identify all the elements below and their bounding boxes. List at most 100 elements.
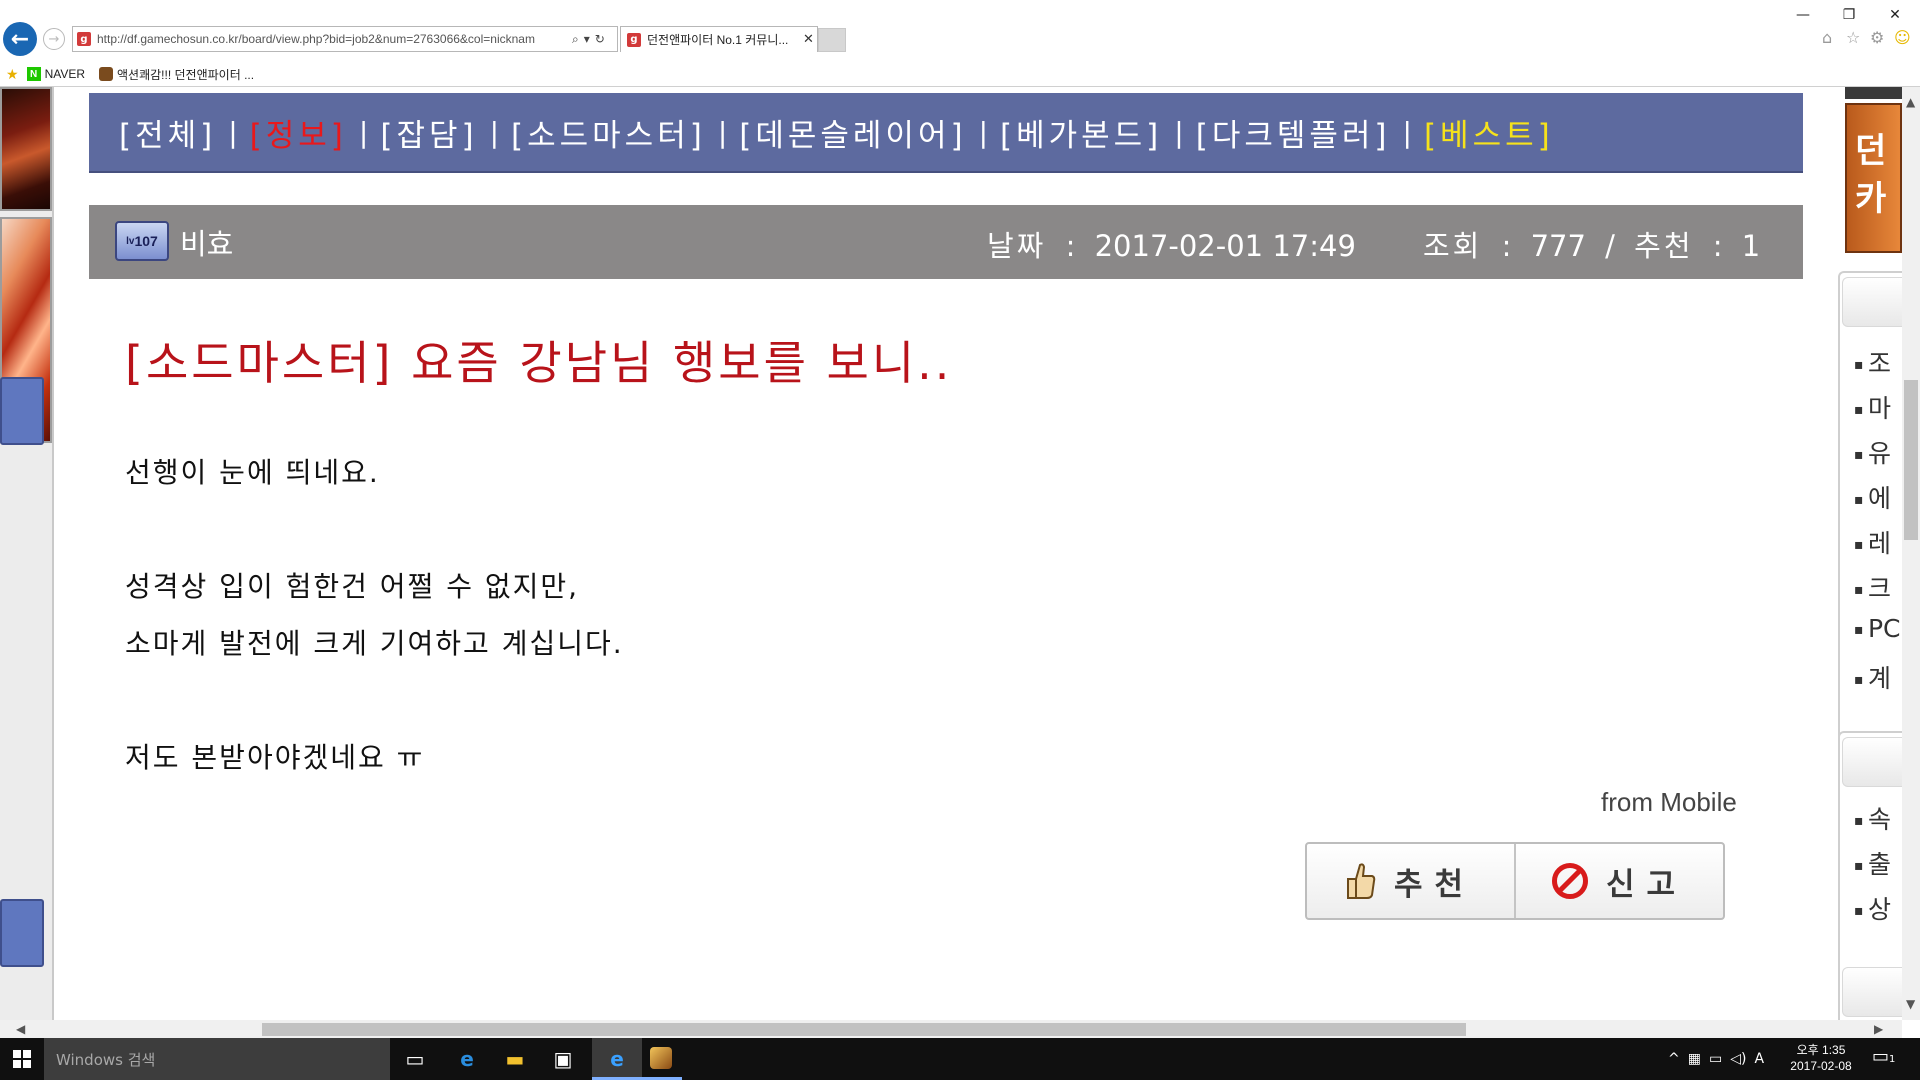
dnf-taskbar-button[interactable] [642, 1038, 682, 1080]
network-icon[interactable]: ▦ [1688, 1051, 1701, 1067]
level-prefix: lv [126, 235, 135, 247]
ime-indicator[interactable]: A [1754, 1051, 1764, 1067]
favorite-label: NAVER [44, 67, 86, 81]
close-tab-icon[interactable]: ✕ [803, 32, 814, 47]
favorites-bar: ★ N NAVER 액션쾌감!!! 던전앤파이터 ... [0, 62, 1920, 86]
restore-button[interactable]: ❐ [1826, 2, 1872, 28]
browser-tab-active[interactable]: g 던전앤파이터 No.1 커뮤니... ✕ [620, 26, 818, 52]
edge-browser-icon[interactable]: e [452, 1044, 482, 1074]
scroll-right-icon[interactable]: ▶ [1874, 1022, 1883, 1036]
separator: | [489, 115, 500, 149]
back-button[interactable]: ← [3, 22, 37, 56]
url-text[interactable]: http://df.gamechosun.co.kr/board/view.ph… [97, 32, 567, 46]
report-label: 신고 [1605, 866, 1688, 903]
scroll-up-icon[interactable]: ▲ [1906, 95, 1915, 109]
volume-icon[interactable]: ◁) [1730, 1051, 1746, 1067]
right-menu-header[interactable] [1842, 277, 1902, 327]
favorite-dnf[interactable]: 액션쾌감!!! 던전앤파이터 ... [99, 66, 254, 83]
taskbar-search-input[interactable]: Windows 검색 [44, 1038, 390, 1080]
notification-icon[interactable]: ▭1 [1872, 1046, 1895, 1067]
smiley-feedback-icon[interactable]: ☺ [1894, 28, 1911, 47]
right-menu-item[interactable]: 계 [1854, 659, 1891, 695]
display-icon[interactable]: ▭ [1709, 1051, 1722, 1067]
store-icon[interactable]: ▣ [548, 1044, 578, 1074]
left-panel-button[interactable] [0, 899, 44, 967]
recommend-value: 1 [1741, 229, 1761, 263]
prohibited-icon [1551, 863, 1588, 899]
date-label: 날짜 [987, 229, 1047, 263]
right-menu-item[interactable]: 레 [1854, 524, 1891, 560]
tab-chat[interactable]: [잡담] [380, 110, 477, 155]
right-menu-item[interactable]: PC [1854, 614, 1901, 643]
tab-swordmaster[interactable]: [소드마스터] [511, 110, 706, 155]
right-menu-item[interactable]: 마 [1854, 389, 1891, 425]
minimize-button[interactable]: — [1780, 2, 1826, 28]
post-source: from Mobile [1601, 787, 1737, 817]
right-menu-item[interactable]: 속 [1854, 800, 1891, 836]
tab-demonslayer[interactable]: [데몬슬레이어] [739, 110, 966, 155]
favorites-star-icon[interactable]: ☆ [1846, 28, 1860, 47]
new-tab-button[interactable] [818, 28, 846, 52]
site-favicon-icon: g [77, 32, 91, 46]
windows-logo-icon [13, 1050, 31, 1068]
tab-darktemplar[interactable]: [다크템플러] [1196, 110, 1391, 155]
board-post: [전체] | [정보] | [잡담] | [소드마스터] | [데몬슬레이어] … [89, 87, 1803, 1020]
address-bar[interactable]: g http://df.gamechosun.co.kr/board/view.… [72, 26, 618, 52]
separator: | [1402, 115, 1412, 149]
vertical-scrollbar[interactable]: ▲ ▼ [1902, 87, 1920, 1020]
internet-explorer-taskbar-button[interactable]: e [592, 1038, 642, 1080]
left-panel-button[interactable] [0, 377, 44, 445]
clock-date: 2017-02-08 [1790, 1059, 1852, 1073]
tab-info[interactable]: [정보] [250, 110, 347, 155]
home-icon[interactable]: ⌂ [1822, 28, 1832, 47]
author-name[interactable]: 비효 [180, 221, 233, 263]
separator: | [978, 115, 988, 149]
post-title: [소드마스터] 요즘 강남님 행보를 보니.. [125, 336, 953, 390]
report-button[interactable]: 신고 [1516, 844, 1723, 918]
page-viewport: [전체] | [정보] | [잡담] | [소드마스터] | [데몬슬레이어] … [0, 87, 1902, 1020]
scroll-down-icon[interactable]: ▼ [1906, 997, 1915, 1011]
right-menu-item[interactable]: 출 [1854, 845, 1891, 881]
refresh-icon[interactable]: ↻ [595, 32, 605, 46]
vertical-scroll-thumb[interactable] [1904, 380, 1918, 540]
favorite-naver[interactable]: N NAVER [26, 67, 86, 81]
tab-vagabond[interactable]: [베가본드] [1000, 110, 1162, 155]
tab-all[interactable]: [전체] [119, 110, 216, 155]
start-button[interactable] [0, 1038, 44, 1080]
banner-text: 던 [1855, 131, 1887, 171]
search-icon[interactable]: ⌕ [572, 32, 579, 47]
recommend-button[interactable]: 추천 [1307, 844, 1516, 918]
post-body-line: 소마게 발전에 크게 기여하고 계십니다. [125, 627, 624, 660]
task-view-icon[interactable]: ▭ [400, 1044, 430, 1074]
right-menu-item[interactable]: 상 [1854, 890, 1891, 926]
post-stats: 조회 : 777 / 추천 : 1 [1423, 223, 1760, 265]
colon: : [1065, 229, 1076, 263]
horizontal-scroll-thumb[interactable] [262, 1023, 1466, 1036]
date-value: 2017-02-01 17:49 [1094, 229, 1356, 263]
level-value: 107 [134, 233, 158, 249]
dnf-icon [99, 67, 114, 81]
tab-best[interactable]: [베스트] [1424, 110, 1554, 155]
right-menu-item[interactable]: 조 [1854, 344, 1891, 380]
settings-gear-icon[interactable]: ⚙ [1870, 28, 1884, 47]
right-banner[interactable]: 던 카 [1845, 103, 1902, 253]
right-menu-item[interactable]: 에 [1854, 479, 1891, 515]
clock-time: 오후 1:35 [1796, 1043, 1846, 1057]
forward-button[interactable]: → [43, 28, 65, 50]
right-menu-item[interactable]: 유 [1854, 434, 1891, 470]
close-window-button[interactable]: ✕ [1872, 2, 1918, 28]
system-tray: ^ ▦ ▭ ◁) A [1668, 1038, 1772, 1080]
right-menu-header[interactable] [1842, 737, 1902, 787]
taskbar-clock[interactable]: 오후 1:35 2017-02-08 [1790, 1042, 1852, 1074]
right-menu-header[interactable] [1842, 967, 1902, 1017]
add-favorite-icon[interactable]: ★ [6, 66, 19, 83]
scroll-left-icon[interactable]: ◀ [16, 1022, 25, 1036]
taskbar: Windows 검색 ▭ e ▬ ▣ e ^ ▦ ▭ ◁) A 오후 1:35 … [0, 1038, 1920, 1080]
dropdown-arrow-icon[interactable]: ▾ [584, 32, 590, 46]
right-menu-item[interactable]: 크 [1854, 569, 1891, 605]
post-actions: 추천 신고 [1305, 842, 1725, 920]
notification-count: 1 [1889, 1054, 1896, 1065]
chevron-up-icon[interactable]: ^ [1668, 1051, 1680, 1067]
file-explorer-icon[interactable]: ▬ [500, 1044, 530, 1074]
post-body-line: 성격상 입이 험한건 어쩔 수 없지만, [125, 570, 580, 603]
